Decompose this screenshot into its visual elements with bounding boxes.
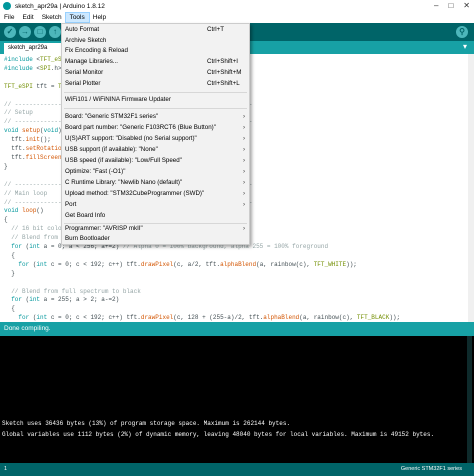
maximize-icon[interactable]: □ xyxy=(448,1,453,10)
chevron-right-icon: › xyxy=(242,124,245,131)
tools-menu-dropdown: Auto Format Ctrl+T Archive Sketch Fix Enc… xyxy=(61,23,250,245)
menu-item-serial-monitor[interactable]: Serial Monitor Ctrl+Shift+M xyxy=(62,68,249,78)
menu-bar: File Edit Sketch Tools Help xyxy=(0,12,474,23)
menu-item-usb-speed[interactable]: USB speed (if available): "Low/Full Spee… xyxy=(62,156,249,166)
chevron-right-icon: › xyxy=(242,168,245,175)
menu-item-board[interactable]: Board: "Generic STM32F1 series" › xyxy=(62,112,249,122)
verify-icon[interactable]: ✓ xyxy=(4,26,16,38)
menu-item-burn-bootloader[interactable]: Burn Bootloader xyxy=(62,234,249,244)
serial-monitor-icon[interactable]: ⚲ xyxy=(456,26,468,38)
chevron-right-icon: › xyxy=(242,157,245,164)
menu-item-board-part-number[interactable]: Board part number: "Generic F103RCT6 (Bl… xyxy=(62,123,249,133)
chevron-right-icon: › xyxy=(242,179,245,186)
menu-edit[interactable]: Edit xyxy=(18,13,37,22)
minimize-icon[interactable]: – xyxy=(434,1,438,10)
status-bar: Done compiling. xyxy=(0,322,474,336)
console-line: Global variables use 1112 bytes (2%) of … xyxy=(2,431,435,438)
editor-scrollbar[interactable] xyxy=(468,54,474,322)
chevron-right-icon: › xyxy=(242,190,245,197)
menu-item-manage-libraries[interactable]: Manage Libraries... Ctrl+Shift+I xyxy=(62,57,249,67)
menu-item-get-board-info[interactable]: Get Board Info xyxy=(62,211,249,221)
menu-item-programmer[interactable]: Programmer: "AVRISP mkII" › xyxy=(62,224,249,234)
menu-item-optimize[interactable]: Optimize: "Fast (-O1)" › xyxy=(62,167,249,177)
window-title: sketch_apr29a | Arduino 1.8.12 xyxy=(15,2,105,10)
board-name: Generic STM32F1 series xyxy=(400,466,462,472)
chevron-right-icon: › xyxy=(242,113,245,120)
close-icon[interactable]: ✕ xyxy=(463,1,470,10)
chevron-right-icon: › xyxy=(242,201,245,208)
menu-separator xyxy=(64,92,247,93)
menu-tools[interactable]: Tools xyxy=(64,12,90,23)
open-icon[interactable]: ↑ xyxy=(49,26,61,38)
menu-item-c-runtime-library[interactable]: C Runtime Library: "Newlib Nano (default… xyxy=(62,178,249,188)
line-number: 1 xyxy=(4,466,8,472)
console-line: Sketch uses 36436 bytes (13%) of program… xyxy=(2,420,291,427)
console-scrollbar[interactable] xyxy=(467,336,472,463)
chevron-right-icon: › xyxy=(242,225,245,232)
console-output: Sketch uses 36436 bytes (13%) of program… xyxy=(0,336,474,463)
bottom-status-bar: 1 Generic STM32F1 series xyxy=(0,463,474,476)
title-bar: sketch_apr29a | Arduino 1.8.12 – □ ✕ xyxy=(0,0,474,12)
tab-sketch[interactable]: sketch_apr29a xyxy=(4,43,68,54)
menu-item-firmware-updater[interactable]: WiFi101 / WiFiNINA Firmware Updater xyxy=(62,95,249,105)
new-icon[interactable]: □ xyxy=(34,26,46,38)
upload-icon[interactable]: → xyxy=(19,26,31,38)
menu-item-usart-support[interactable]: U(S)ART support: "Disabled (no Serial su… xyxy=(62,134,249,144)
tab-menu-icon[interactable]: ▾ xyxy=(460,42,470,52)
menu-item-fix-encoding[interactable]: Fix Encoding & Reload xyxy=(62,46,249,56)
chevron-right-icon: › xyxy=(242,146,245,153)
menu-item-archive-sketch[interactable]: Archive Sketch xyxy=(62,36,249,46)
menu-sketch[interactable]: Sketch xyxy=(38,13,66,22)
menu-help[interactable]: Help xyxy=(89,13,110,22)
menu-item-port[interactable]: Port › xyxy=(62,200,249,210)
arduino-logo-icon xyxy=(3,2,11,10)
menu-item-usb-support[interactable]: USB support (if available): "None" › xyxy=(62,145,249,155)
menu-item-auto-format[interactable]: Auto Format Ctrl+T xyxy=(62,25,249,35)
menu-item-serial-plotter[interactable]: Serial Plotter Ctrl+Shift+L xyxy=(62,79,249,89)
menu-separator xyxy=(64,108,247,109)
menu-file[interactable]: File xyxy=(0,13,18,22)
menu-item-upload-method[interactable]: Upload method: "STM32CubeProgrammer (SWD… xyxy=(62,189,249,199)
window-controls: – □ ✕ xyxy=(434,1,470,10)
chevron-right-icon: › xyxy=(242,135,245,142)
